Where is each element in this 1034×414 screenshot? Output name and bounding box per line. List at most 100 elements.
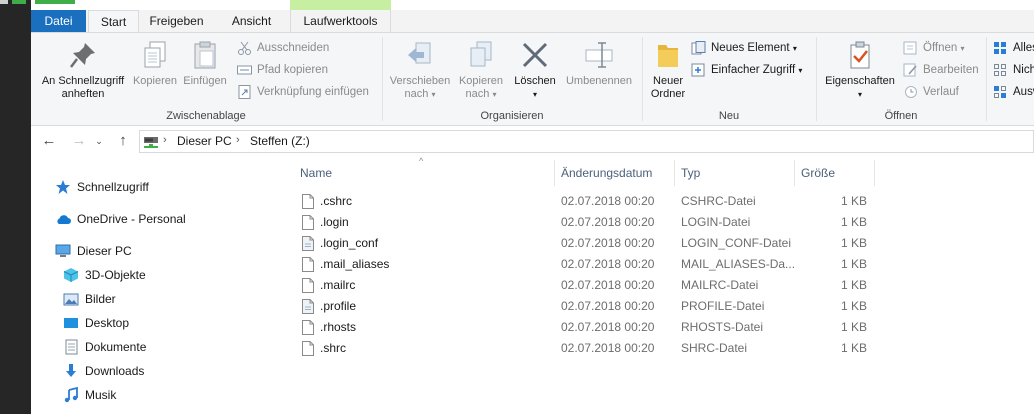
select-all-button[interactable]: Alles <box>993 38 1034 58</box>
easy-access-button[interactable]: Einfacher Zugriff ▾ <box>691 60 802 80</box>
pictures-icon <box>63 293 79 306</box>
new-group: Neuer Ordner Neues Element ▾ Einfacher Z… <box>643 33 815 125</box>
rename-button[interactable]: Umbenennen <box>561 39 637 88</box>
up-button[interactable]: ↑ <box>113 131 133 151</box>
quick-access-toolbar <box>35 0 75 4</box>
cut-button[interactable]: Ausschneiden <box>237 38 329 58</box>
new-folder-label-1: Neuer <box>653 75 683 87</box>
forward-button[interactable]: → <box>69 131 89 151</box>
clipboard-group-label: Zwischenablage <box>166 110 246 122</box>
open-group: Eigenschaften ▾ Öffnen ▾ Bearbeiten Verl… <box>817 33 985 125</box>
nav-label: OneDrive - Personal <box>77 212 186 226</box>
file-type: PROFILE-Datei <box>681 299 765 313</box>
file-date: 02.07.2018 00:20 <box>561 278 655 292</box>
path-icon <box>237 65 252 75</box>
select-none-button[interactable]: Nich <box>993 60 1034 80</box>
tab-drive-tools[interactable]: Laufwerktools <box>290 10 391 32</box>
new-folder-button[interactable]: Neuer Ordner <box>647 39 689 101</box>
tab-file[interactable]: Datei <box>31 10 86 32</box>
blank-file-icon <box>302 341 314 356</box>
properties-button[interactable]: Eigenschaften ▾ <box>821 39 899 101</box>
chevron-down-icon: ▾ <box>857 90 862 99</box>
invert-selection-button[interactable]: Ausw <box>993 82 1034 102</box>
move-to-icon <box>408 42 431 64</box>
organize-group: Verschieben nach ▾ Kopieren nach ▾ Lösch… <box>383 33 641 125</box>
rename-icon <box>585 42 613 68</box>
nav-label: Dieser PC <box>77 244 132 258</box>
file-row[interactable]: .profile 02.07.2018 00:20 PROFILE-Datei 1 K… <box>296 296 876 317</box>
paste-shortcut-button[interactable]: Verknüpfung einfügen <box>237 82 369 102</box>
shortcut-icon <box>238 85 251 99</box>
move-to-button[interactable]: Verschieben nach ▾ <box>387 39 453 101</box>
blank-file-icon <box>302 320 314 335</box>
cube-icon <box>63 268 79 282</box>
file-name: .login_conf <box>320 236 379 250</box>
column-header-date[interactable]: Änderungsdatum <box>555 160 675 186</box>
file-size: 1 KB <box>840 299 867 313</box>
open-group-label: Öffnen <box>884 110 918 122</box>
edit-button[interactable]: Bearbeiten <box>903 60 979 80</box>
breadcrumb-drive[interactable]: Steffen (Z:) <box>250 134 310 148</box>
column-header-size[interactable]: Größe <box>795 160 875 186</box>
file-row[interactable]: .cshrc 02.07.2018 00:20 CSHRC-Datei 1 KB <box>296 191 876 212</box>
tab-start[interactable]: Start <box>88 10 139 33</box>
easy-access-label: Einfacher Zugriff <box>711 64 796 76</box>
chevron-down-icon: ▾ <box>431 90 436 99</box>
computer-icon <box>55 244 71 257</box>
file-name: .mailrc <box>320 278 356 292</box>
edit-label: Bearbeiten <box>923 64 979 76</box>
file-size: 1 KB <box>840 257 867 271</box>
file-type: MAILRC-Datei <box>681 278 759 292</box>
tab-share[interactable]: Freigeben <box>139 10 214 32</box>
file-row[interactable]: .mailrc 02.07.2018 00:20 MAILRC-Datei 1 KB <box>296 275 876 296</box>
file-date: 02.07.2018 00:20 <box>561 299 655 313</box>
download-arrow-icon <box>66 364 76 377</box>
copy-to-button[interactable]: Kopieren nach ▾ <box>453 39 509 101</box>
open-button[interactable]: Öffnen ▾ <box>903 38 965 58</box>
back-button[interactable]: ← <box>39 131 59 151</box>
pin-label: An Schnellzugriff anheften <box>41 75 125 100</box>
window-fragment <box>0 0 8 4</box>
file-row[interactable]: .mail_aliases 02.07.2018 00:20 MAIL_ALIASE… <box>296 254 876 275</box>
file-date: 02.07.2018 00:20 <box>561 320 655 334</box>
ribbon-tab-bar: Datei Start Freigeben Ansicht Laufwerkto… <box>31 0 1034 33</box>
select-group: Alles Nich Ausw <box>987 33 1034 125</box>
history-button[interactable]: Verlauf <box>903 82 959 102</box>
pin-quick-access-button[interactable]: An Schnellzugriff anheften <box>35 39 131 101</box>
recent-locations-button[interactable]: ⌄ <box>89 131 109 151</box>
arrow-left-icon: ← <box>41 132 57 149</box>
file-date: 02.07.2018 00:20 <box>561 194 655 208</box>
file-size: 1 KB <box>840 236 867 250</box>
file-size: 1 KB <box>840 278 867 292</box>
file-size: 1 KB <box>840 320 867 334</box>
file-row[interactable]: .login_conf 02.07.2018 00:20 LOGIN_CONF-Da… <box>296 233 876 254</box>
paste-button[interactable]: Einfügen <box>179 39 231 88</box>
window-fragment <box>12 0 26 4</box>
easy-access-icon <box>691 63 705 77</box>
file-date: 02.07.2018 00:20 <box>561 341 655 355</box>
chevron-down-icon: ▾ <box>960 44 965 53</box>
copy-button[interactable]: Kopieren <box>131 39 179 88</box>
file-row[interactable]: .rhosts 02.07.2018 00:20 RHOSTS-Datei 1 KB <box>296 317 876 338</box>
new-item-button[interactable]: Neues Element ▾ <box>691 38 797 58</box>
copy-path-button[interactable]: Pfad kopieren <box>237 60 328 80</box>
file-name: .cshrc <box>320 194 353 208</box>
scissors-icon <box>238 41 251 55</box>
delete-x-icon <box>522 42 548 68</box>
tab-view[interactable]: Ansicht <box>214 10 289 32</box>
history-label: Verlauf <box>923 86 959 98</box>
file-type: SHRC-Datei <box>681 341 748 355</box>
delete-button[interactable]: Löschen ▾ <box>511 39 559 101</box>
column-header-type[interactable]: Typ <box>675 160 795 186</box>
file-row[interactable]: .shrc 02.07.2018 00:20 SHRC-Datei 1 KB <box>296 338 876 359</box>
file-name: .login <box>320 215 349 229</box>
breadcrumb-this-pc[interactable]: Dieser PC <box>177 134 232 148</box>
nav-label: Downloads <box>85 364 145 378</box>
chevron-down-icon: ▾ <box>532 90 537 99</box>
properties-label: Eigenschaften <box>825 75 895 87</box>
explorer-window: Datei Start Freigeben Ansicht Laufwerkto… <box>31 0 1034 414</box>
copy-to-label-2: nach <box>465 88 490 100</box>
address-bar[interactable]: › Dieser PC › Steffen (Z:) <box>139 130 1034 153</box>
column-header-name[interactable]: Name <box>294 160 555 186</box>
file-row[interactable]: .login 02.07.2018 00:20 LOGIN-Datei 1 KB <box>296 212 876 233</box>
